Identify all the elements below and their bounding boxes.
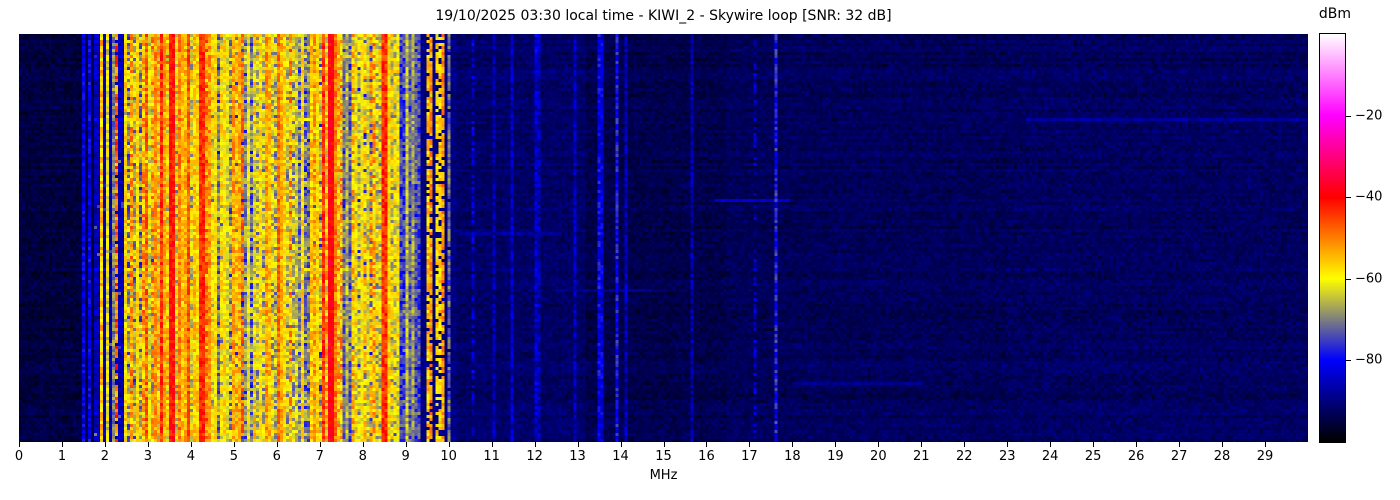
- x-axis-tick-mark: [1265, 442, 1266, 447]
- x-axis-tick-mark: [277, 442, 278, 447]
- x-axis-tick-label: 19: [827, 449, 844, 464]
- x-axis-tick-mark: [792, 442, 793, 447]
- x-axis-tick-label: 12: [526, 449, 543, 464]
- chart-title: 19/10/2025 03:30 local time - KIWI_2 - S…: [19, 8, 1308, 24]
- colorbar-label: dBm: [1300, 6, 1370, 22]
- x-axis-tick-label: 0: [15, 449, 23, 464]
- x-axis-tick-mark: [1050, 442, 1051, 447]
- x-axis-tick-mark: [749, 442, 750, 447]
- x-axis-tick-mark: [449, 442, 450, 447]
- x-axis-tick-mark: [406, 442, 407, 447]
- x-axis-tick-label: 28: [1214, 449, 1231, 464]
- spectrogram-figure: 19/10/2025 03:30 local time - KIWI_2 - S…: [0, 0, 1400, 500]
- colorbar-tick-mark: [1346, 360, 1351, 361]
- x-axis-tick-mark: [363, 442, 364, 447]
- colorbar-tick-mark: [1346, 279, 1351, 280]
- x-axis-tick-label: 24: [1042, 449, 1059, 464]
- x-axis-tick-label: 6: [273, 449, 281, 464]
- x-axis-tick-label: 14: [612, 449, 629, 464]
- x-axis-tick-label: 26: [1128, 449, 1145, 464]
- x-axis-tick-label: 7: [316, 449, 324, 464]
- waterfall-heatmap: [19, 34, 1308, 442]
- x-axis-tick-label: 27: [1171, 449, 1188, 464]
- x-axis-tick-label: 13: [569, 449, 586, 464]
- x-axis-tick-mark: [706, 442, 707, 447]
- x-axis-tick-mark: [1136, 442, 1137, 447]
- x-axis-tick-label: 11: [483, 449, 500, 464]
- colorbar-tick-label: −60: [1355, 271, 1382, 286]
- x-axis-tick-label: 15: [655, 449, 672, 464]
- colorbar: [1319, 33, 1346, 443]
- x-axis-tick-label: 3: [144, 449, 152, 464]
- x-axis-tick-label: 23: [999, 449, 1016, 464]
- x-axis-tick-label: 21: [913, 449, 930, 464]
- x-axis-tick-label: 17: [741, 449, 758, 464]
- x-axis-tick-mark: [921, 442, 922, 447]
- x-axis-tick-label: 20: [870, 449, 887, 464]
- x-axis-tick-label: 4: [187, 449, 195, 464]
- x-axis-tick-label: 25: [1085, 449, 1102, 464]
- x-axis-tick-mark: [105, 442, 106, 447]
- x-axis-tick-label: 10: [440, 449, 457, 464]
- x-axis-tick-mark: [835, 442, 836, 447]
- colorbar-tick-label: −20: [1355, 108, 1382, 123]
- x-axis-tick-mark: [621, 442, 622, 447]
- x-axis-tick-mark: [320, 442, 321, 447]
- x-axis-tick-label: 18: [784, 449, 801, 464]
- x-axis-tick-mark: [234, 442, 235, 447]
- x-axis-tick-label: 8: [359, 449, 367, 464]
- x-axis-tick-mark: [1093, 442, 1094, 447]
- x-axis-tick-mark: [664, 442, 665, 447]
- x-axis-tick-label: 22: [956, 449, 973, 464]
- x-axis-tick-mark: [62, 442, 63, 447]
- x-axis-tick-mark: [191, 442, 192, 447]
- x-axis-tick-mark: [1007, 442, 1008, 447]
- x-axis-tick-mark: [878, 442, 879, 447]
- colorbar-tick-label: −40: [1355, 190, 1382, 205]
- x-axis-tick-label: 5: [230, 449, 238, 464]
- x-axis-tick-label: 16: [698, 449, 715, 464]
- x-axis-label: MHz: [19, 468, 1308, 483]
- x-axis-tick-mark: [1179, 442, 1180, 447]
- colorbar-tick-mark: [1346, 116, 1351, 117]
- x-axis-tick-label: 2: [101, 449, 109, 464]
- x-axis-tick-mark: [578, 442, 579, 447]
- colorbar-tick-label: −80: [1355, 353, 1382, 368]
- colorbar-tick-mark: [1346, 197, 1351, 198]
- x-axis-tick-mark: [964, 442, 965, 447]
- x-axis-tick-label: 29: [1257, 449, 1274, 464]
- x-axis-tick-mark: [535, 442, 536, 447]
- x-axis-tick-mark: [148, 442, 149, 447]
- x-axis-tick-mark: [1222, 442, 1223, 447]
- x-axis-tick-mark: [492, 442, 493, 447]
- x-axis-tick-label: 1: [58, 449, 66, 464]
- x-axis-tick-mark: [19, 442, 20, 447]
- x-axis-tick-label: 9: [402, 449, 410, 464]
